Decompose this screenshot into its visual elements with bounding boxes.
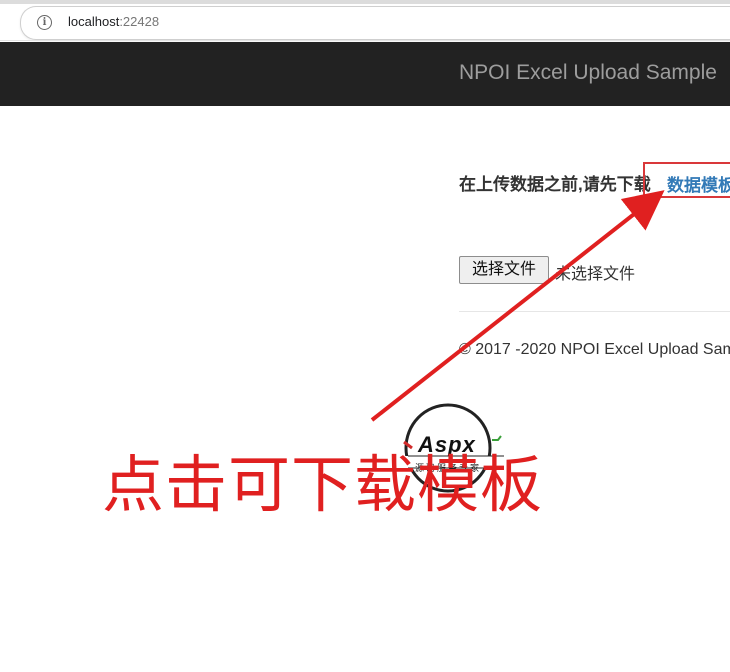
info-icon[interactable]: i <box>37 15 52 30</box>
url-host: localhost <box>68 14 120 29</box>
download-prompt: 在上传数据之前,请先下载 <box>459 175 651 194</box>
navbar-brand[interactable]: NPOI Excel Upload Sample <box>459 61 717 85</box>
url-text[interactable]: localhost:22428 <box>68 14 159 29</box>
address-bar[interactable]: i localhost:22428 <box>20 6 730 40</box>
toolbar-divider <box>0 40 730 41</box>
annotation-text: 点击可下载模板 <box>102 448 544 521</box>
choose-file-button[interactable]: 选择文件 <box>459 256 549 284</box>
browser-top-edge <box>0 0 730 4</box>
file-status: 未选择文件 <box>555 266 636 283</box>
template-download-link[interactable]: 数据模板 <box>667 171 730 196</box>
footer-divider <box>459 311 730 312</box>
url-port: :22428 <box>119 14 160 29</box>
template-link-highlight: 数据模板 <box>643 162 730 198</box>
navbar: NPOI Excel Upload Sample <box>0 42 730 106</box>
footer-copyright: © 2017 -2020 NPOI Excel Upload Sample <box>459 341 730 358</box>
